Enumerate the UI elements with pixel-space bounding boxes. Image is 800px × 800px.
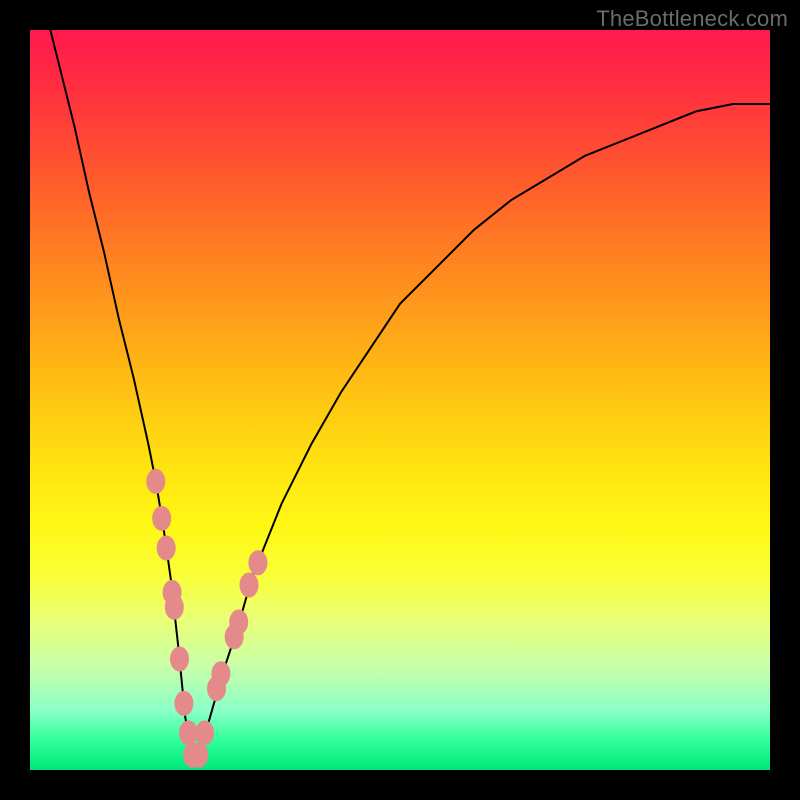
data-marker — [171, 647, 189, 671]
data-marker — [249, 551, 267, 575]
data-marker — [196, 721, 214, 745]
data-marker — [147, 469, 165, 493]
data-marker — [240, 573, 258, 597]
data-marker — [157, 536, 175, 560]
bottleneck-curve — [45, 30, 770, 755]
watermark-text: TheBottleneck.com — [596, 6, 788, 32]
data-marker — [153, 506, 171, 530]
marker-group — [147, 469, 267, 767]
data-marker — [230, 610, 248, 634]
plot-area — [30, 30, 770, 770]
data-marker — [175, 691, 193, 715]
data-marker — [212, 662, 230, 686]
data-marker — [165, 595, 183, 619]
data-marker — [190, 743, 208, 767]
data-marker — [179, 721, 197, 745]
outer-frame: TheBottleneck.com — [0, 0, 800, 800]
chart-svg — [30, 30, 770, 770]
